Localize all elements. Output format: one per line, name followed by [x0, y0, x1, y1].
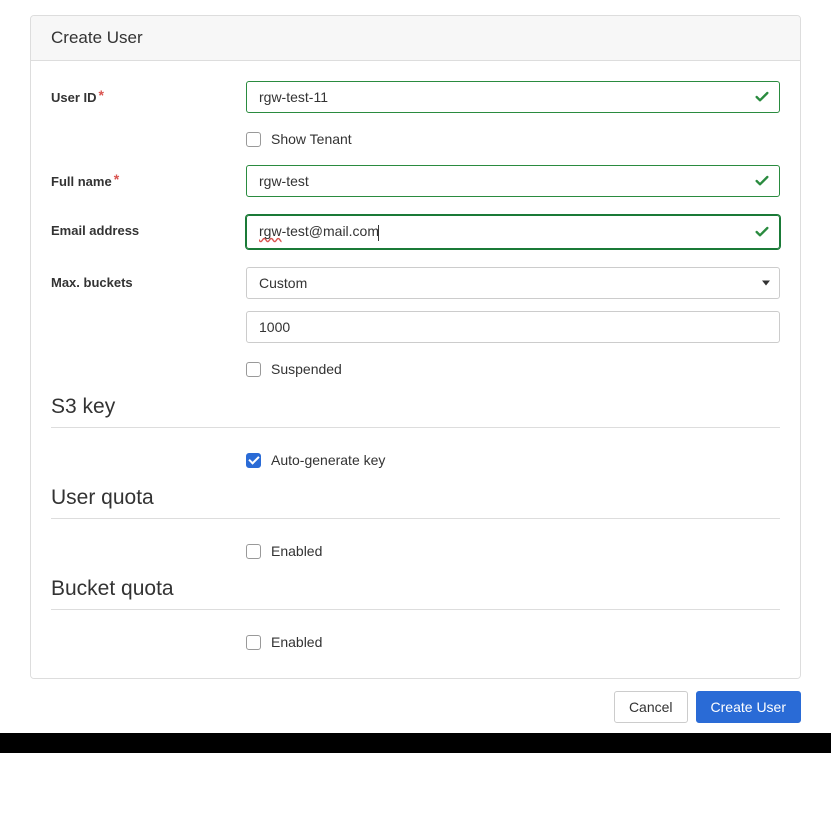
max-buckets-select[interactable]: Custom: [246, 267, 780, 299]
label-email: Email address: [51, 215, 246, 238]
row-email: Email address rgw-test@mail.com: [51, 215, 780, 249]
label-user-id: User ID*: [51, 81, 246, 105]
required-mark: *: [99, 87, 104, 103]
row-show-tenant: Show Tenant: [51, 131, 780, 147]
create-user-button[interactable]: Create User: [696, 691, 801, 723]
bucket-quota-enabled-label: Enabled: [271, 634, 322, 650]
full-name-input[interactable]: [246, 165, 780, 197]
suspended-checkbox[interactable]: [246, 362, 261, 377]
auto-generate-checkbox[interactable]: [246, 453, 261, 468]
label-max-buckets: Max. buckets: [51, 267, 246, 290]
card-body: User ID* Show Tenant: [31, 61, 800, 678]
row-suspended: Suspended: [51, 361, 780, 377]
form-footer: Cancel Create User: [0, 679, 831, 723]
row-user-quota-enabled: Enabled: [51, 543, 780, 559]
section-bucket-quota: Bucket quota: [51, 577, 780, 610]
auto-generate-label: Auto-generate key: [271, 452, 385, 468]
user-quota-enabled-checkbox[interactable]: [246, 544, 261, 559]
check-icon: [754, 89, 770, 105]
bucket-quota-enabled-checkbox[interactable]: [246, 635, 261, 650]
row-auto-generate: Auto-generate key: [51, 452, 780, 468]
row-max-buckets-value: [51, 311, 780, 343]
card-header: Create User: [31, 16, 800, 61]
show-tenant-checkbox[interactable]: [246, 132, 261, 147]
bottom-bar: [0, 733, 831, 753]
check-icon: [754, 173, 770, 189]
user-id-input[interactable]: [246, 81, 780, 113]
label-full-name: Full name*: [51, 165, 246, 189]
text-cursor: [378, 225, 379, 241]
suspended-label: Suspended: [271, 361, 342, 377]
section-user-quota: User quota: [51, 486, 780, 519]
max-buckets-value-input[interactable]: [246, 311, 780, 343]
row-user-id: User ID*: [51, 81, 780, 113]
show-tenant-label: Show Tenant: [271, 131, 352, 147]
cancel-button[interactable]: Cancel: [614, 691, 688, 723]
row-full-name: Full name*: [51, 165, 780, 197]
section-s3-key: S3 key: [51, 395, 780, 428]
page-title: Create User: [51, 28, 143, 47]
row-bucket-quota-enabled: Enabled: [51, 634, 780, 650]
user-quota-enabled-label: Enabled: [271, 543, 322, 559]
create-user-card: Create User User ID* Sh: [30, 15, 801, 679]
email-input[interactable]: rgw-test@mail.com: [246, 215, 780, 249]
row-max-buckets: Max. buckets Custom: [51, 267, 780, 299]
required-mark: *: [114, 171, 119, 187]
check-icon: [754, 224, 770, 240]
